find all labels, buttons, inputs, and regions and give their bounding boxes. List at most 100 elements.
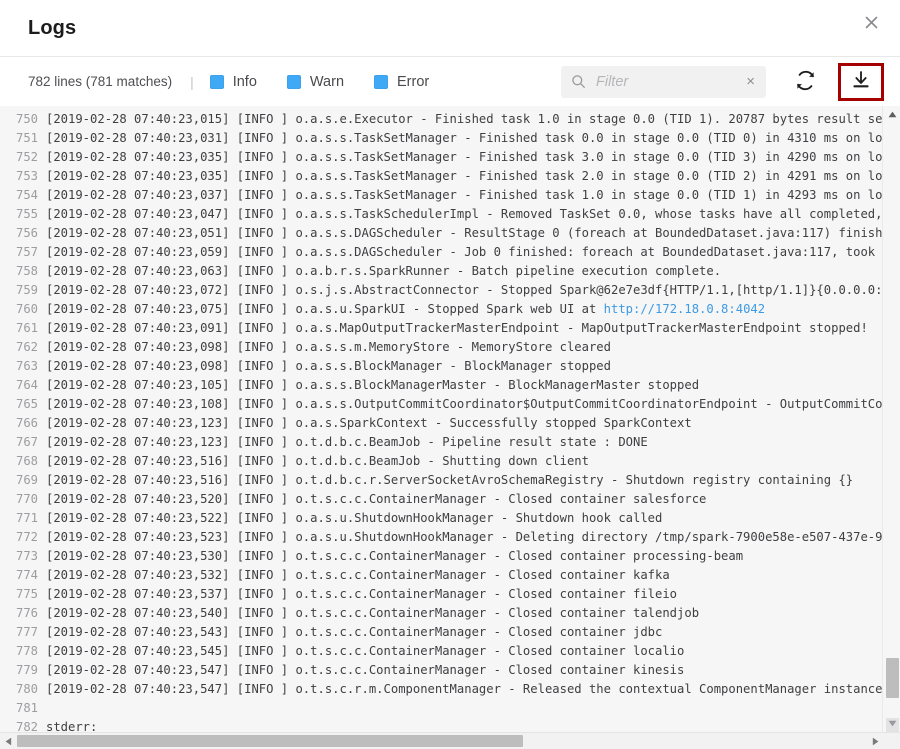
log-line-text: [2019-02-28 07:40:23,516] [INFO ] o.t.d.…: [46, 473, 854, 487]
log-line-text: [2019-02-28 07:40:23,031] [INFO ] o.a.s.…: [46, 131, 882, 145]
log-line-text: [2019-02-28 07:40:23,545] [INFO ] o.t.s.…: [46, 644, 685, 658]
filter-field[interactable]: ×: [561, 65, 766, 98]
log-line-text: [2019-02-28 07:40:23,015] [INFO ] o.a.s.…: [46, 112, 882, 126]
search-input[interactable]: [586, 72, 744, 91]
log-line-text: [2019-02-28 07:40:23,035] [INFO ] o.a.s.…: [46, 150, 882, 164]
log-line: 752 [2019-02-28 07:40:23,035] [INFO ] o.a…: [0, 148, 882, 167]
log-line: 758 [2019-02-28 07:40:23,063] [INFO ] o.a…: [0, 262, 882, 281]
log-line-number: 770: [15, 492, 38, 506]
log-line-number: 764: [15, 378, 38, 392]
toolbar-divider: |: [190, 73, 194, 90]
log-line-text: [2019-02-28 07:40:23,091] [INFO ] o.a.s.…: [46, 321, 868, 335]
log-line-text: [2019-02-28 07:40:23,105] [INFO ] o.a.s.…: [46, 378, 700, 392]
log-line-text: [2019-02-28 07:40:23,520] [INFO ] o.t.s.…: [46, 492, 707, 506]
log-line-text: stderr:: [46, 720, 98, 732]
log-line-number: 772: [15, 530, 38, 544]
log-line-text: [2019-02-28 07:40:23,547] [INFO ] o.t.s.…: [46, 663, 685, 677]
log-line-text: [2019-02-28 07:40:23,035] [INFO ] o.a.s.…: [46, 169, 882, 183]
log-line: 756 [2019-02-28 07:40:23,051] [INFO ] o.a…: [0, 224, 882, 243]
horizontal-scrollbar[interactable]: [0, 732, 900, 749]
log-line-text: [2019-02-28 07:40:23,063] [INFO ] o.a.b.…: [46, 264, 722, 278]
log-line-link[interactable]: http://172.18.0.8:4042: [604, 302, 765, 316]
info-checkbox[interactable]: [209, 74, 224, 89]
log-line-number: 778: [15, 644, 38, 658]
log-line: 769 [2019-02-28 07:40:23,516] [INFO ] o.t…: [0, 471, 882, 490]
log-line-text: [2019-02-28 07:40:23,123] [INFO ] o.t.d.…: [46, 435, 648, 449]
log-line: 773 [2019-02-28 07:40:23,530] [INFO ] o.t…: [0, 547, 882, 566]
scroll-left-arrow-icon[interactable]: [0, 733, 17, 749]
log-line-number: 759: [15, 283, 38, 297]
horizontal-scrollbar-thumb[interactable]: [17, 735, 523, 747]
info-label: Info: [232, 73, 257, 90]
log-line-number: 752: [15, 150, 38, 164]
log-line-text: [2019-02-28 07:40:23,523] [INFO ] o.a.s.…: [46, 530, 882, 544]
log-line: 757 [2019-02-28 07:40:23,059] [INFO ] o.a…: [0, 243, 882, 262]
log-line-number: 758: [15, 264, 38, 278]
log-line: 751 [2019-02-28 07:40:23,031] [INFO ] o.a…: [0, 129, 882, 148]
log-level-filters: Info Warn Error: [209, 73, 429, 90]
log-line-text: [2019-02-28 07:40:23,537] [INFO ] o.t.s.…: [46, 587, 678, 601]
log-line-number: 761: [15, 321, 38, 335]
log-line: 775 [2019-02-28 07:40:23,537] [INFO ] o.t…: [0, 585, 882, 604]
log-line: 780 [2019-02-28 07:40:23,547] [INFO ] o.t…: [0, 680, 882, 699]
log-line-number: 757: [15, 245, 38, 259]
log-lines-container[interactable]: 750 [2019-02-28 07:40:23,015] [INFO ] o.a…: [0, 106, 882, 732]
log-line: 764 [2019-02-28 07:40:23,105] [INFO ] o.a…: [0, 376, 882, 395]
log-line: 755 [2019-02-28 07:40:23,047] [INFO ] o.a…: [0, 205, 882, 224]
clear-filter-icon[interactable]: ×: [743, 72, 758, 91]
scroll-down-arrow-icon[interactable]: [883, 715, 900, 732]
refresh-icon: [795, 70, 816, 94]
log-line: 778 [2019-02-28 07:40:23,545] [INFO ] o.t…: [0, 642, 882, 661]
download-icon: [851, 70, 871, 93]
close-icon: [865, 16, 878, 29]
log-line-text: [2019-02-28 07:40:23,532] [INFO ] o.t.s.…: [46, 568, 670, 582]
log-line-text: [2019-02-28 07:40:23,547] [INFO ] o.t.s.…: [46, 682, 882, 696]
log-line: 760 [2019-02-28 07:40:23,075] [INFO ] o.a…: [0, 300, 882, 319]
download-button[interactable]: [838, 62, 884, 101]
log-line-text: [2019-02-28 07:40:23,540] [INFO ] o.t.s.…: [46, 606, 700, 620]
vertical-scrollbar-thumb[interactable]: [886, 658, 899, 698]
log-line-number: 756: [15, 226, 38, 240]
warn-checkbox[interactable]: [286, 74, 301, 89]
log-line-number: 763: [15, 359, 38, 373]
log-line-text: [2019-02-28 07:40:23,123] [INFO ] o.a.s.…: [46, 416, 692, 430]
log-line-number: 779: [15, 663, 38, 677]
log-line-number: 776: [15, 606, 38, 620]
log-line: 761 [2019-02-28 07:40:23,091] [INFO ] o.a…: [0, 319, 882, 338]
log-line-text: [2019-02-28 07:40:23,522] [INFO ] o.a.s.…: [46, 511, 663, 525]
log-line-number: 774: [15, 568, 38, 582]
log-line-number: 753: [15, 169, 38, 183]
log-line-number: 777: [15, 625, 38, 639]
error-checkbox[interactable]: [374, 74, 389, 89]
log-line-text: [2019-02-28 07:40:23,075] [INFO ] o.a.s.…: [46, 302, 766, 316]
log-line-text: [2019-02-28 07:40:23,051] [INFO ] o.a.s.…: [46, 226, 882, 240]
log-line: 765 [2019-02-28 07:40:23,108] [INFO ] o.a…: [0, 395, 882, 414]
window-titlebar: Logs: [0, 0, 900, 56]
warn-label: Warn: [309, 73, 345, 90]
log-line-number: 762: [15, 340, 38, 354]
log-line-text: [2019-02-28 07:40:23,098] [INFO ] o.a.s.…: [46, 359, 611, 373]
level-filter-info[interactable]: Info: [209, 73, 257, 90]
page-title: Logs: [28, 16, 77, 39]
log-line-number: 780: [15, 682, 38, 696]
log-line: 781: [0, 699, 882, 718]
search-icon: [571, 74, 586, 89]
log-line: 762 [2019-02-28 07:40:23,098] [INFO ] o.a…: [0, 338, 882, 357]
log-line: 771 [2019-02-28 07:40:23,522] [INFO ] o.a…: [0, 509, 882, 528]
scroll-up-arrow-icon[interactable]: [883, 106, 900, 123]
close-button[interactable]: [856, 7, 886, 37]
scroll-right-arrow-icon[interactable]: [867, 733, 884, 749]
logs-window: Logs 782 lines (781 matches) | Info Warn: [0, 0, 900, 749]
log-line-number: 751: [15, 131, 38, 145]
toolbar-actions: ×: [561, 62, 890, 101]
log-line-number: 755: [15, 207, 38, 221]
level-filter-warn[interactable]: Warn: [286, 73, 345, 90]
log-line: 754 [2019-02-28 07:40:23,037] [INFO ] o.a…: [0, 186, 882, 205]
log-line-number: 773: [15, 549, 38, 563]
level-filter-error[interactable]: Error: [374, 74, 429, 90]
refresh-button[interactable]: [786, 63, 824, 101]
lines-count-label: 782 lines (781 matches): [28, 74, 173, 89]
log-line: 753 [2019-02-28 07:40:23,035] [INFO ] o.a…: [0, 167, 882, 186]
vertical-scrollbar[interactable]: [882, 106, 900, 732]
log-line: 777 [2019-02-28 07:40:23,543] [INFO ] o.t…: [0, 623, 882, 642]
